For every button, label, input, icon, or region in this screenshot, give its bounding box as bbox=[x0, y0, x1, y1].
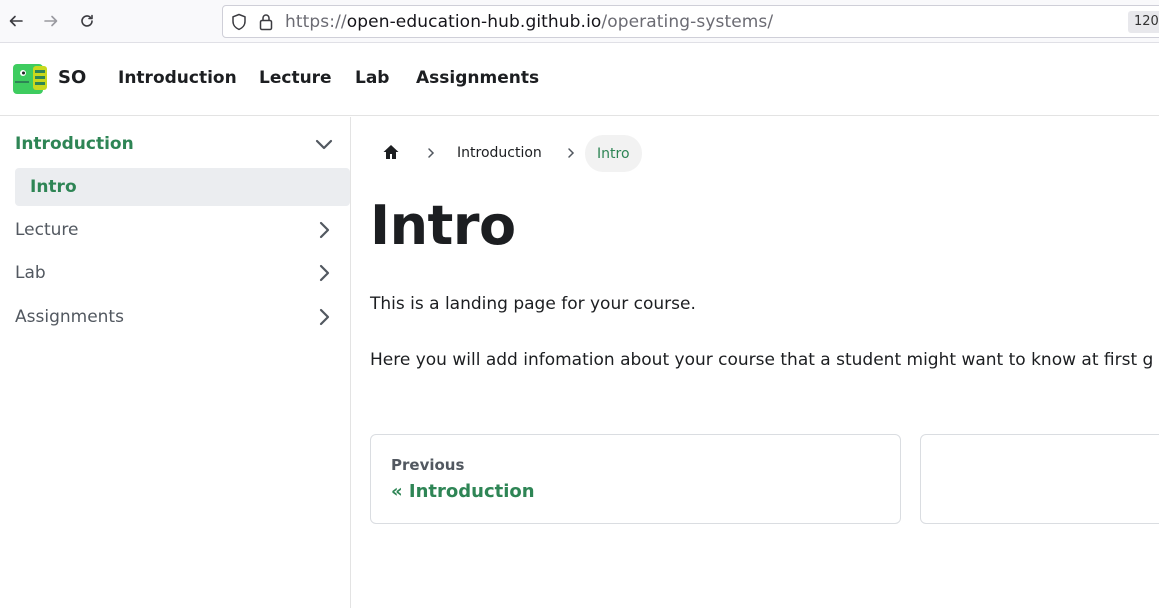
nav-link-lab[interactable]: Lab bbox=[355, 68, 389, 88]
shield-icon[interactable] bbox=[231, 13, 247, 31]
site-navbar: SO Introduction Lecture Lab Assignments bbox=[0, 43, 1159, 116]
nav-link-assignments[interactable]: Assignments bbox=[416, 68, 539, 88]
paragraph: This is a landing page for your course. bbox=[370, 294, 696, 314]
address-bar[interactable]: https://open-education-hub.github.io/ope… bbox=[222, 5, 1159, 38]
paragraph: Here you will add infomation about your … bbox=[370, 350, 1154, 370]
sidebar-item-label: Assignments bbox=[15, 307, 124, 327]
arrow-left-icon bbox=[9, 15, 23, 27]
forward-button[interactable] bbox=[39, 9, 63, 33]
url-host: open-education-hub.github.io bbox=[346, 12, 602, 32]
url-text[interactable]: https://open-education-hub.github.io/ope… bbox=[285, 13, 773, 31]
nav-link-introduction[interactable]: Introduction bbox=[118, 68, 237, 88]
chevron-right-icon[interactable] bbox=[314, 263, 334, 283]
sidebar-item-lab[interactable]: Lab bbox=[0, 254, 350, 292]
pagination-next[interactable] bbox=[920, 434, 1159, 524]
brand-title[interactable]: SO bbox=[58, 67, 86, 88]
sidebar-item-intro[interactable]: Intro bbox=[15, 168, 350, 206]
sidebar-item-label: Intro bbox=[30, 177, 77, 197]
chevron-right-icon bbox=[428, 148, 435, 158]
reload-icon bbox=[81, 14, 93, 27]
pagination-previous-sublabel: Previous bbox=[391, 456, 465, 474]
sidebar-item-label: Lab bbox=[15, 263, 46, 283]
page-title: Intro bbox=[370, 194, 516, 257]
back-button[interactable] bbox=[4, 9, 28, 33]
home-icon[interactable] bbox=[382, 143, 400, 161]
pagination-previous-label: « Introduction bbox=[391, 481, 535, 502]
url-path: /operating-systems/ bbox=[601, 12, 774, 32]
sidebar-item-lecture[interactable]: Lecture bbox=[0, 211, 350, 249]
pagination-previous[interactable]: Previous « Introduction bbox=[370, 434, 901, 524]
sidebar-item-introduction[interactable]: Introduction bbox=[0, 125, 350, 163]
sidebar: Introduction Intro Lecture Lab Assignmen… bbox=[0, 117, 351, 608]
chevron-right-icon[interactable] bbox=[314, 307, 334, 327]
arrow-right-icon bbox=[44, 15, 58, 27]
dinosaur-logo-icon[interactable] bbox=[11, 62, 49, 96]
sidebar-item-label: Lecture bbox=[15, 220, 79, 240]
url-scheme: https:// bbox=[285, 12, 347, 32]
zoom-badge[interactable]: 120 bbox=[1128, 11, 1159, 33]
chevron-right-icon[interactable] bbox=[314, 220, 334, 240]
breadcrumb-introduction[interactable]: Introduction bbox=[457, 145, 542, 161]
lock-icon[interactable] bbox=[259, 13, 273, 31]
nav-link-lecture[interactable]: Lecture bbox=[259, 68, 332, 88]
chevron-right-icon bbox=[568, 148, 575, 158]
breadcrumb-current: Intro bbox=[585, 135, 642, 172]
chevron-down-icon[interactable] bbox=[314, 134, 334, 154]
browser-toolbar: https://open-education-hub.github.io/ope… bbox=[0, 0, 1159, 43]
sidebar-item-assignments[interactable]: Assignments bbox=[0, 298, 350, 336]
sidebar-item-label: Introduction bbox=[15, 134, 134, 154]
reload-button[interactable] bbox=[75, 9, 99, 33]
